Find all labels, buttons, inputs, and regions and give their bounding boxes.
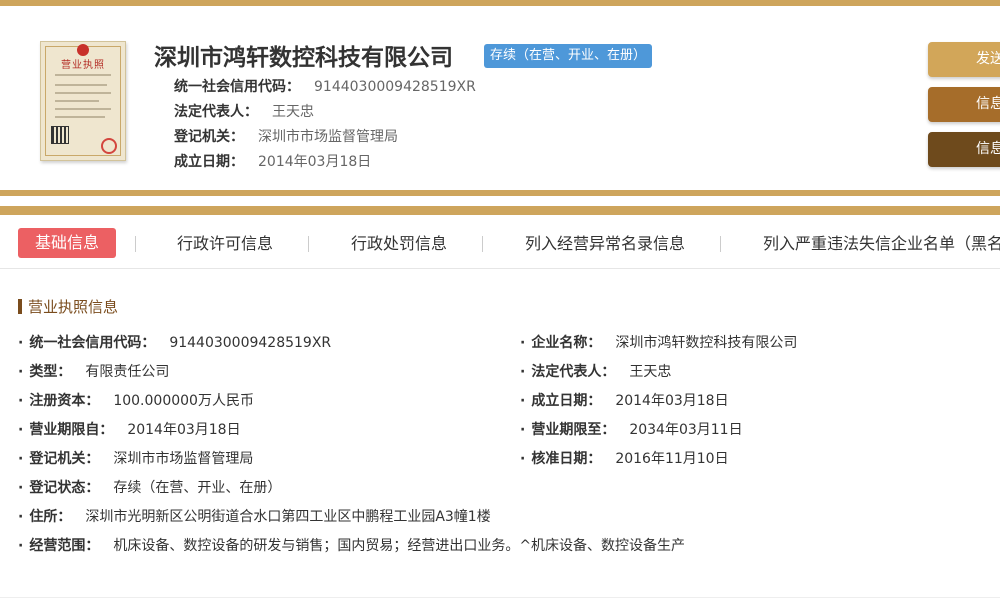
license-text-line (55, 100, 99, 102)
header-meta-credit-code: 统一社会信用代码： 9144030009428519XR (174, 76, 476, 96)
field-label: 住所： (29, 509, 72, 525)
meta-value: 王天忠 (272, 104, 314, 120)
tab-abnormal-list[interactable]: 列入经营异常名录信息 (525, 229, 685, 259)
info-tabs: 基础信息 行政许可信息 行政处罚信息 列入经营异常名录信息 列入严重违法失信企业… (0, 225, 1000, 261)
license-text-line (55, 116, 105, 118)
field-term-to: · 营业期限至： 2034年03月11日 (520, 419, 743, 439)
header-gold-divider (0, 190, 1000, 196)
field-value: 100.000000万人民币 (113, 393, 254, 409)
field-value: 王天忠 (629, 364, 672, 380)
field-value: 2016年11月10日 (615, 451, 729, 467)
meta-value: 2014年03月18日 (258, 154, 372, 170)
header-meta-authority: 登记机关： 深圳市市场监督管理局 (174, 126, 398, 146)
header-meta-legal-rep: 法定代表人： 王天忠 (174, 101, 314, 121)
field-value: 2034年03月11日 (629, 422, 743, 438)
license-title: 营业执照 (61, 60, 105, 71)
license-text-line (55, 74, 111, 76)
field-label: 类型： (29, 364, 72, 380)
field-value: 深圳市市场监督管理局 (113, 451, 254, 467)
field-value: 2014年03月18日 (127, 422, 241, 438)
field-label: 登记状态： (29, 480, 100, 496)
field-value: 9144030009428519XR (169, 335, 332, 351)
field-label: 营业期限至： (531, 422, 616, 438)
company-name: 深圳市鸿轩数控科技有限公司 (154, 45, 453, 71)
section-title: 营业执照信息 (18, 296, 118, 317)
meta-label: 成立日期： (174, 154, 244, 170)
tab-blacklist[interactable]: 列入严重违法失信企业名单（黑名 (763, 229, 1000, 259)
bullet-icon: · (18, 451, 24, 467)
info-button-1[interactable]: 信息 (928, 87, 1000, 122)
tab-separator (308, 236, 309, 252)
field-label: 经营范围： (29, 538, 100, 554)
tab-basic-info[interactable]: 基础信息 (18, 228, 117, 258)
license-text-line (55, 84, 107, 86)
field-label: 登记机关： (29, 451, 100, 467)
field-approval-date: · 核准日期： 2016年11月10日 (520, 448, 729, 468)
meta-label: 登记机关： (174, 129, 244, 145)
top-gold-border (0, 0, 1000, 6)
bullet-icon: · (520, 364, 526, 380)
field-value: 存续（在营、开业、在册） (113, 480, 282, 496)
field-label: 注册资本： (29, 393, 100, 409)
meta-value: 深圳市市场监督管理局 (258, 129, 398, 145)
license-text-line (55, 92, 111, 94)
field-registered-capital: · 注册资本： 100.000000万人民币 (18, 390, 254, 410)
tab-separator (135, 236, 136, 252)
field-legal-representative: · 法定代表人： 王天忠 (520, 361, 671, 381)
field-value: 深圳市鸿轩数控科技有限公司 (615, 335, 798, 351)
field-label: 成立日期： (531, 393, 602, 409)
field-label: 核准日期： (531, 451, 602, 467)
bullet-icon: · (520, 451, 526, 467)
tab-separator (482, 236, 483, 252)
tabs-underline (0, 268, 1000, 269)
field-value: 有限责任公司 (85, 364, 170, 380)
field-type: · 类型： 有限责任公司 (18, 361, 169, 381)
bullet-icon: · (18, 538, 24, 554)
meta-label: 法定代表人： (174, 104, 258, 120)
field-business-scope: · 经营范围： 机床设备、数控设备的研发与销售；国内贸易；经营进出口业务。^机床设备… (18, 535, 685, 555)
meta-value: 9144030009428519XR (314, 79, 476, 95)
info-button-2[interactable]: 信息 (928, 132, 1000, 167)
field-label: 法定代表人： (531, 364, 616, 380)
bullet-icon: · (18, 364, 24, 380)
bullet-icon: · (520, 393, 526, 409)
field-credit-code: · 统一社会信用代码： 9144030009428519XR (18, 332, 331, 352)
header-meta-founded: 成立日期： 2014年03月18日 (174, 151, 371, 171)
page-bottom-divider (0, 597, 1000, 598)
tab-admin-penalty[interactable]: 行政处罚信息 (351, 229, 447, 259)
field-value: 2014年03月18日 (615, 393, 729, 409)
field-label: 营业期限自： (29, 422, 114, 438)
tab-separator (720, 236, 721, 252)
meta-label: 统一社会信用代码： (174, 79, 300, 95)
bullet-icon: · (18, 422, 24, 438)
field-founded-date: · 成立日期： 2014年03月18日 (520, 390, 729, 410)
license-text-line (55, 108, 111, 110)
tab-gold-bar (0, 206, 1000, 215)
bullet-icon: · (18, 509, 24, 525)
section-title-marker (18, 299, 22, 314)
official-seal-icon (101, 138, 117, 154)
bullet-icon: · (18, 393, 24, 409)
field-label: 统一社会信用代码： (29, 335, 156, 351)
field-label: 企业名称： (531, 335, 602, 351)
tab-admin-license[interactable]: 行政许可信息 (177, 229, 273, 259)
field-value: 深圳市光明新区公明街道合水口第四工业区中鹏程工业园A3幢1楼 (85, 509, 491, 525)
bullet-icon: · (520, 422, 526, 438)
send-button[interactable]: 发送 (928, 42, 1000, 77)
field-registration-status: · 登记状态： 存续（在营、开业、在册） (18, 477, 281, 497)
bullet-icon: · (18, 480, 24, 496)
field-term-from: · 营业期限自： 2014年03月18日 (18, 419, 241, 439)
field-company-name: · 企业名称： 深圳市鸿轩数控科技有限公司 (520, 332, 797, 352)
section-title-text: 营业执照信息 (28, 298, 119, 316)
national-emblem-icon (77, 44, 89, 56)
bullet-icon: · (520, 335, 526, 351)
field-value: 机床设备、数控设备的研发与销售；国内贸易；经营进出口业务。^机床设备、数控设备生… (113, 538, 686, 554)
qr-code-icon (51, 126, 69, 144)
field-address: · 住所： 深圳市光明新区公明街道合水口第四工业区中鹏程工业园A3幢1楼 (18, 506, 491, 526)
status-badge: 存续（在营、开业、在册） (484, 44, 653, 68)
business-license-image[interactable]: 营业执照 (40, 41, 126, 161)
field-registration-authority: · 登记机关： 深圳市市场监督管理局 (18, 448, 253, 468)
bullet-icon: · (18, 335, 24, 351)
